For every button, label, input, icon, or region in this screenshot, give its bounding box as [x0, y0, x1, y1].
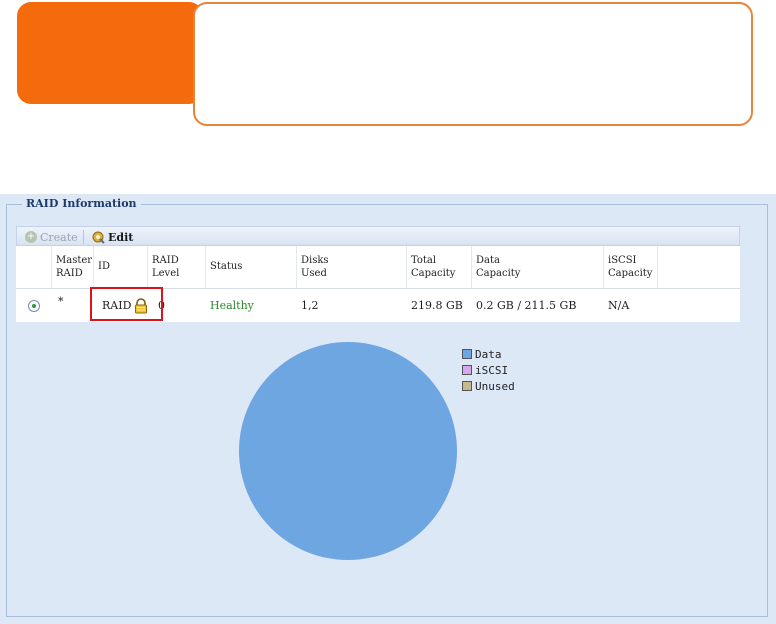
- legend-swatch: [462, 381, 472, 391]
- pie-legend: Data iSCSI Unused: [462, 346, 515, 394]
- legend-item-iscsi: iSCSI: [462, 362, 515, 378]
- legend-label: iSCSI: [475, 363, 509, 377]
- legend-label: Unused: [475, 379, 515, 393]
- legend-label: Data: [475, 347, 502, 361]
- legend-item-data: Data: [462, 346, 515, 362]
- pie-chart: [239, 342, 457, 560]
- pie-slice-data: [239, 342, 457, 560]
- legend-swatch: [462, 349, 472, 359]
- legend-item-unused: Unused: [462, 378, 515, 394]
- legend-swatch: [462, 365, 472, 375]
